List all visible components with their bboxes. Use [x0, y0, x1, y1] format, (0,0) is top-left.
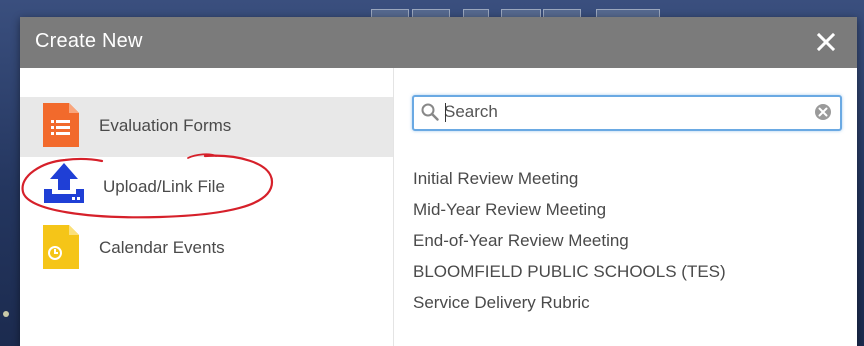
category-calendar-events[interactable]: Calendar Events [20, 220, 393, 280]
evaluation-form-icon [43, 103, 79, 147]
close-button[interactable] [815, 31, 837, 53]
background-dot [3, 311, 9, 317]
text-caret [445, 103, 446, 122]
category-list: Evaluation Forms Upload/Link File Calend… [20, 68, 394, 346]
result-initial-review-meeting[interactable]: Initial Review Meeting [413, 169, 578, 189]
dialog-title: Create New [35, 30, 143, 52]
category-label: Evaluation Forms [99, 116, 232, 135]
category-label: Calendar Events [99, 238, 225, 257]
category-upload-link-file[interactable]: Upload/Link File [20, 157, 393, 217]
result-end-of-year-review-meeting[interactable]: End-of-Year Review Meeting [413, 231, 629, 251]
upload-icon [44, 163, 84, 203]
category-label: Upload/Link File [103, 177, 225, 196]
calendar-event-icon [43, 225, 79, 269]
dialog-header: Create New [20, 17, 857, 68]
result-service-delivery-rubric[interactable]: Service Delivery Rubric [413, 293, 590, 313]
form-search-pane: Initial Review Meeting Mid-Year Review M… [394, 68, 857, 346]
result-bloomfield-public-schools-tes[interactable]: BLOOMFIELD PUBLIC SCHOOLS (TES) [413, 262, 726, 282]
close-icon[interactable] [815, 31, 837, 53]
result-mid-year-review-meeting[interactable]: Mid-Year Review Meeting [413, 200, 606, 220]
search-box [412, 95, 842, 131]
clear-search-icon[interactable] [814, 103, 832, 121]
create-new-dialog: Create New Evaluation Forms Upload/Link … [20, 17, 857, 346]
search-input[interactable] [444, 100, 804, 124]
category-evaluation-forms[interactable]: Evaluation Forms [20, 97, 393, 157]
search-icon [421, 103, 439, 121]
